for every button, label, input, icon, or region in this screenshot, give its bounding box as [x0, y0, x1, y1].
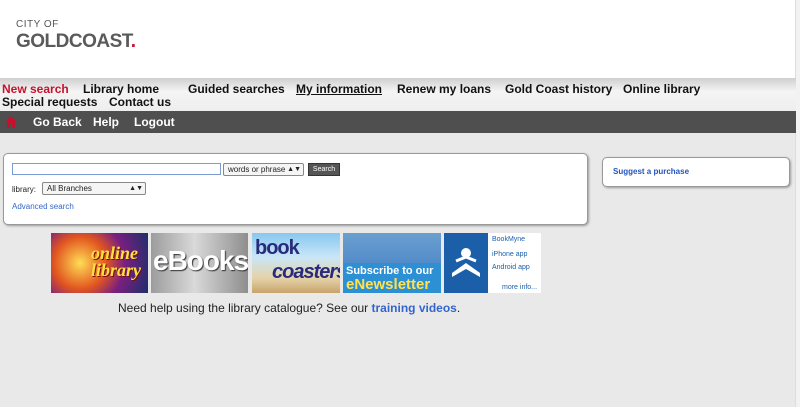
logo-line1: CITY OF [16, 19, 59, 30]
nav-new-search[interactable]: New search [2, 82, 69, 96]
search-input[interactable] [12, 163, 221, 175]
help-sentence: Need help using the library catalogue? S… [118, 301, 372, 315]
page-scrollbar[interactable] [795, 0, 800, 407]
library-value: All Branches [47, 184, 92, 193]
select-arrows-icon: ▲▼ [287, 166, 301, 173]
suggest-purchase-link[interactable]: Suggest a purchase [613, 167, 689, 176]
nav-library-home[interactable]: Library home [83, 82, 159, 96]
bookmyne-banner[interactable]: BookMyne iPhone app Android app more inf… [444, 233, 541, 293]
logo-line2: GOLDCOAST. [16, 32, 136, 52]
book-text: book [255, 237, 300, 259]
search-mode-select[interactable]: words or phrase ▲▼ [223, 163, 304, 176]
help-text: Need help using the library catalogue? S… [118, 301, 460, 315]
promo-banners: online library eBooks book coasters Subs… [51, 233, 541, 293]
action-toolbar: Go Back Help Logout [0, 111, 796, 133]
enewsletter-text: eNewsletter [346, 276, 431, 293]
ebooks-text: eBooks [153, 245, 248, 276]
advanced-search-link[interactable]: Advanced search [12, 202, 74, 211]
library-label: library: [12, 185, 37, 194]
search-mode-value: words or phrase [228, 165, 286, 174]
online-library-banner[interactable]: online library [51, 233, 148, 293]
city-logo[interactable]: CITY OF GOLDCOAST. [16, 20, 136, 52]
site-header: CITY OF GOLDCOAST. [0, 0, 796, 78]
nav-renew-loans[interactable]: Renew my loans [397, 82, 491, 96]
home-icon[interactable] [4, 115, 18, 129]
more-info-link: more info... [502, 284, 538, 291]
suggest-panel: Suggest a purchase [602, 157, 790, 187]
bookmyne-icon [444, 233, 488, 293]
main-nav: New search Library home Guided searches … [0, 78, 796, 111]
coasters-text: coasters [272, 261, 340, 283]
select-arrows-icon: ▲▼ [129, 185, 143, 192]
online-library-text: online library [91, 243, 142, 280]
nav-my-information[interactable]: My information [296, 82, 382, 96]
bookmyne-title: BookMyne [492, 236, 526, 243]
ebooks-banner[interactable]: eBooks [151, 233, 248, 293]
search-button[interactable]: Search [308, 163, 340, 176]
training-videos-link[interactable]: training videos [372, 301, 457, 315]
nav-gold-coast-history[interactable]: Gold Coast history [505, 82, 612, 96]
iphone-app-link: iPhone app [492, 251, 528, 258]
book-coasters-banner[interactable]: book coasters [252, 233, 340, 293]
logout-button[interactable]: Logout [134, 115, 175, 129]
android-app-link: Android app [492, 264, 530, 271]
help-period: . [456, 301, 461, 315]
library-select[interactable]: All Branches ▲▼ [42, 182, 146, 195]
nav-special-requests[interactable]: Special requests [2, 95, 97, 109]
nav-contact-us[interactable]: Contact us [109, 95, 171, 109]
search-panel: words or phrase ▲▼ Search library: All B… [3, 153, 588, 225]
logo-dot: . [130, 31, 136, 52]
help-button[interactable]: Help [93, 115, 119, 129]
enewsletter-banner[interactable]: Subscribe to our eNewsletter [343, 233, 441, 293]
nav-guided-searches[interactable]: Guided searches [188, 82, 285, 96]
nav-online-library[interactable]: Online library [623, 82, 700, 96]
go-back-button[interactable]: Go Back [33, 115, 82, 129]
logo-text: GOLDCOAST [16, 31, 131, 52]
